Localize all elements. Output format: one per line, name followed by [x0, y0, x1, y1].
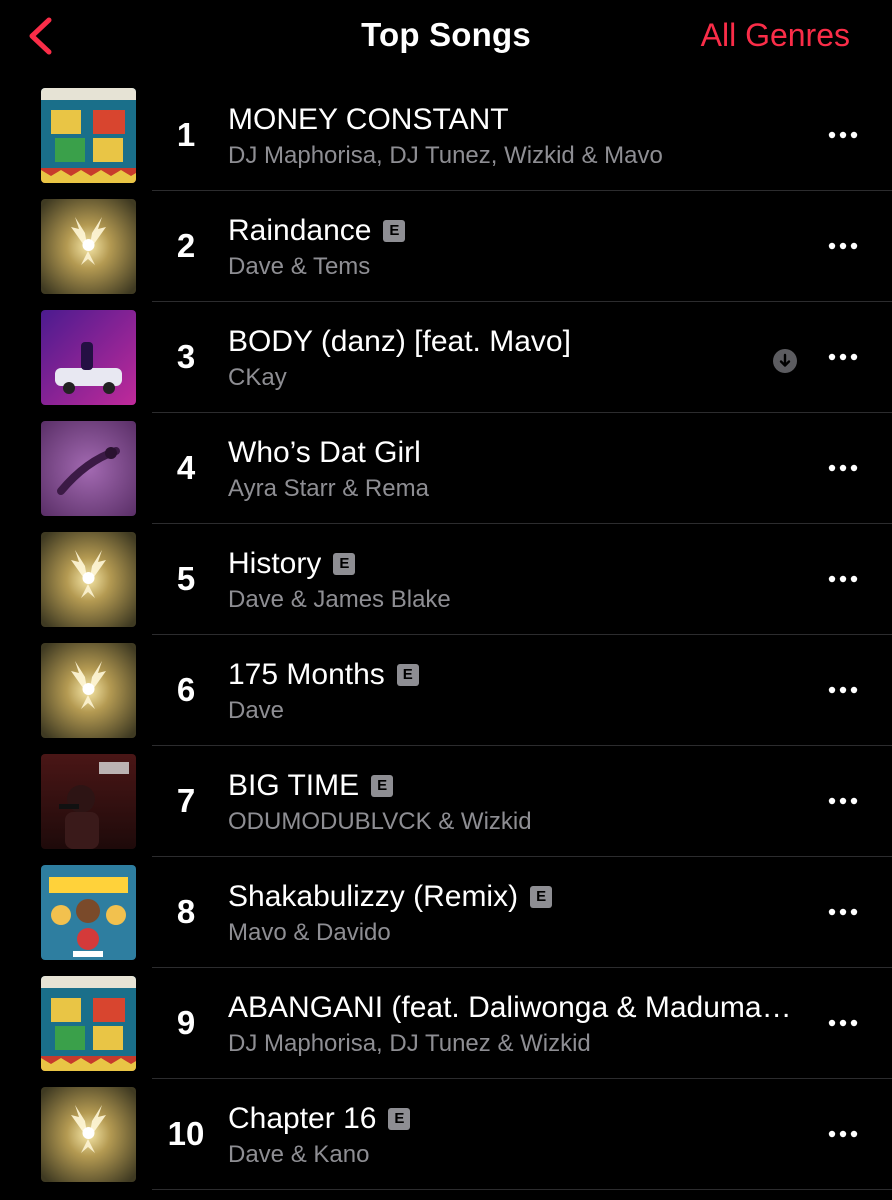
- more-button[interactable]: [818, 453, 868, 483]
- song-rank: 5: [176, 560, 196, 597]
- album-artwork[interactable]: [41, 199, 136, 294]
- song-artist: Dave & Tems: [228, 253, 371, 280]
- song-row[interactable]: 7 BIG TIME E ODUMODUBLVCK & Wizkid: [0, 746, 892, 857]
- song-title: Raindance E: [228, 214, 406, 248]
- song-rank: 9: [176, 1004, 196, 1041]
- album-artwork[interactable]: [41, 754, 136, 849]
- song-artist: Dave & Kano: [228, 1141, 370, 1168]
- song-artist: CKay: [228, 364, 287, 391]
- more-icon: [828, 353, 858, 361]
- more-icon: [828, 242, 858, 250]
- song-row[interactable]: 4 Who’s Dat Girl Ayra Starr & Rema: [0, 413, 892, 524]
- song-title-text: Chapter 16: [228, 1102, 377, 1135]
- song-row[interactable]: 2 Raindance E Dave & Tems: [0, 191, 892, 302]
- explicit-badge: E: [396, 664, 419, 686]
- more-icon: [828, 797, 858, 805]
- song-title-text: BODY (danz) [feat. Mavo]: [228, 325, 571, 358]
- song-row[interactable]: 9 ABANGANI (feat. Daliwonga & Madumane) DJ…: [0, 968, 892, 1079]
- song-row[interactable]: 1 MONEY CONSTANT DJ Maphorisa, DJ Tunez, W…: [0, 80, 892, 191]
- song-title-text: Who’s Dat Girl: [228, 436, 421, 469]
- song-rank: 10: [167, 1115, 205, 1152]
- navigation-bar: Top Songs All Genres: [0, 0, 892, 80]
- song-title: BIG TIME E: [228, 769, 394, 803]
- song-artist: ODUMODUBLVCK & Wizkid: [228, 808, 532, 835]
- song-title: Who’s Dat Girl: [228, 436, 421, 470]
- song-rank: 7: [176, 782, 196, 819]
- album-artwork[interactable]: [41, 865, 136, 960]
- song-rank: 3: [176, 338, 196, 375]
- album-artwork[interactable]: [41, 88, 136, 183]
- song-rank: 6: [176, 671, 196, 708]
- song-artist: Mavo & Davido: [228, 919, 391, 946]
- song-title: BODY (danz) [feat. Mavo]: [228, 325, 571, 359]
- song-title-text: Raindance: [228, 214, 372, 247]
- song-rank: 8: [176, 893, 196, 930]
- more-button[interactable]: [818, 231, 868, 261]
- more-icon: [828, 1130, 858, 1138]
- song-title: 175 Months E: [228, 658, 419, 692]
- song-title: Shakabulizzy (Remix) E: [228, 880, 553, 914]
- more-button[interactable]: [818, 897, 868, 927]
- song-row[interactable]: 8 Shakabulizzy (Remix) E Mavo & Davido: [0, 857, 892, 968]
- all-genres-button[interactable]: All Genres: [701, 17, 850, 54]
- explicit-badge: E: [383, 220, 406, 242]
- song-list: 1 MONEY CONSTANT DJ Maphorisa, DJ Tunez, W…: [0, 80, 892, 1190]
- song-title-text: MONEY CONSTANT: [228, 103, 509, 136]
- song-artist: Dave & James Blake: [228, 586, 451, 613]
- song-title-text: 175 Months: [228, 658, 385, 691]
- album-artwork[interactable]: [41, 421, 136, 516]
- song-title-text: BIG TIME: [228, 769, 360, 802]
- song-rank: 2: [176, 227, 196, 264]
- album-artwork[interactable]: [41, 976, 136, 1071]
- song-row[interactable]: 6 175 Months E Dave: [0, 635, 892, 746]
- row-divider: [152, 1189, 892, 1190]
- song-row[interactable]: 10 Chapter 16 E Dave & Kano: [0, 1079, 892, 1190]
- song-title: MONEY CONSTANT: [228, 103, 509, 137]
- more-icon: [828, 575, 858, 583]
- song-row[interactable]: 5 History E Dave & James Blake: [0, 524, 892, 635]
- song-rank: 4: [176, 449, 196, 486]
- song-row[interactable]: 3 BODY (danz) [feat. Mavo] CKay: [0, 302, 892, 413]
- song-title: History E: [228, 547, 356, 581]
- more-icon: [828, 131, 858, 139]
- song-artist: Ayra Starr & Rema: [228, 475, 429, 502]
- album-artwork[interactable]: [41, 643, 136, 738]
- explicit-badge: E: [388, 1108, 411, 1130]
- album-artwork[interactable]: [41, 532, 136, 627]
- song-title-text: ABANGANI (feat. Daliwonga & Madumane): [228, 991, 798, 1024]
- more-button[interactable]: [818, 1119, 868, 1149]
- song-rank: 1: [176, 116, 196, 153]
- more-button[interactable]: [818, 1008, 868, 1038]
- more-icon: [828, 908, 858, 916]
- explicit-badge: E: [530, 886, 553, 908]
- explicit-badge: E: [371, 775, 394, 797]
- song-title: Chapter 16 E: [228, 1102, 411, 1136]
- song-artist: Dave: [228, 697, 285, 724]
- more-button[interactable]: [818, 120, 868, 150]
- more-button[interactable]: [818, 342, 868, 372]
- download-icon: [772, 348, 798, 374]
- more-icon: [828, 686, 858, 694]
- album-artwork[interactable]: [41, 310, 136, 405]
- song-artist: DJ Maphorisa, DJ Tunez, Wizkid & Mavo: [228, 142, 663, 169]
- song-title-text: Shakabulizzy (Remix): [228, 880, 519, 913]
- song-artist: DJ Maphorisa, DJ Tunez & Wizkid: [228, 1030, 591, 1057]
- more-button[interactable]: [818, 786, 868, 816]
- song-title-text: History: [228, 547, 322, 580]
- explicit-badge: E: [333, 553, 356, 575]
- more-icon: [828, 464, 858, 472]
- album-artwork[interactable]: [41, 1087, 136, 1182]
- more-button[interactable]: [818, 564, 868, 594]
- song-title: ABANGANI (feat. Daliwonga & Madumane): [228, 991, 798, 1025]
- more-icon: [828, 1019, 858, 1027]
- more-button[interactable]: [818, 675, 868, 705]
